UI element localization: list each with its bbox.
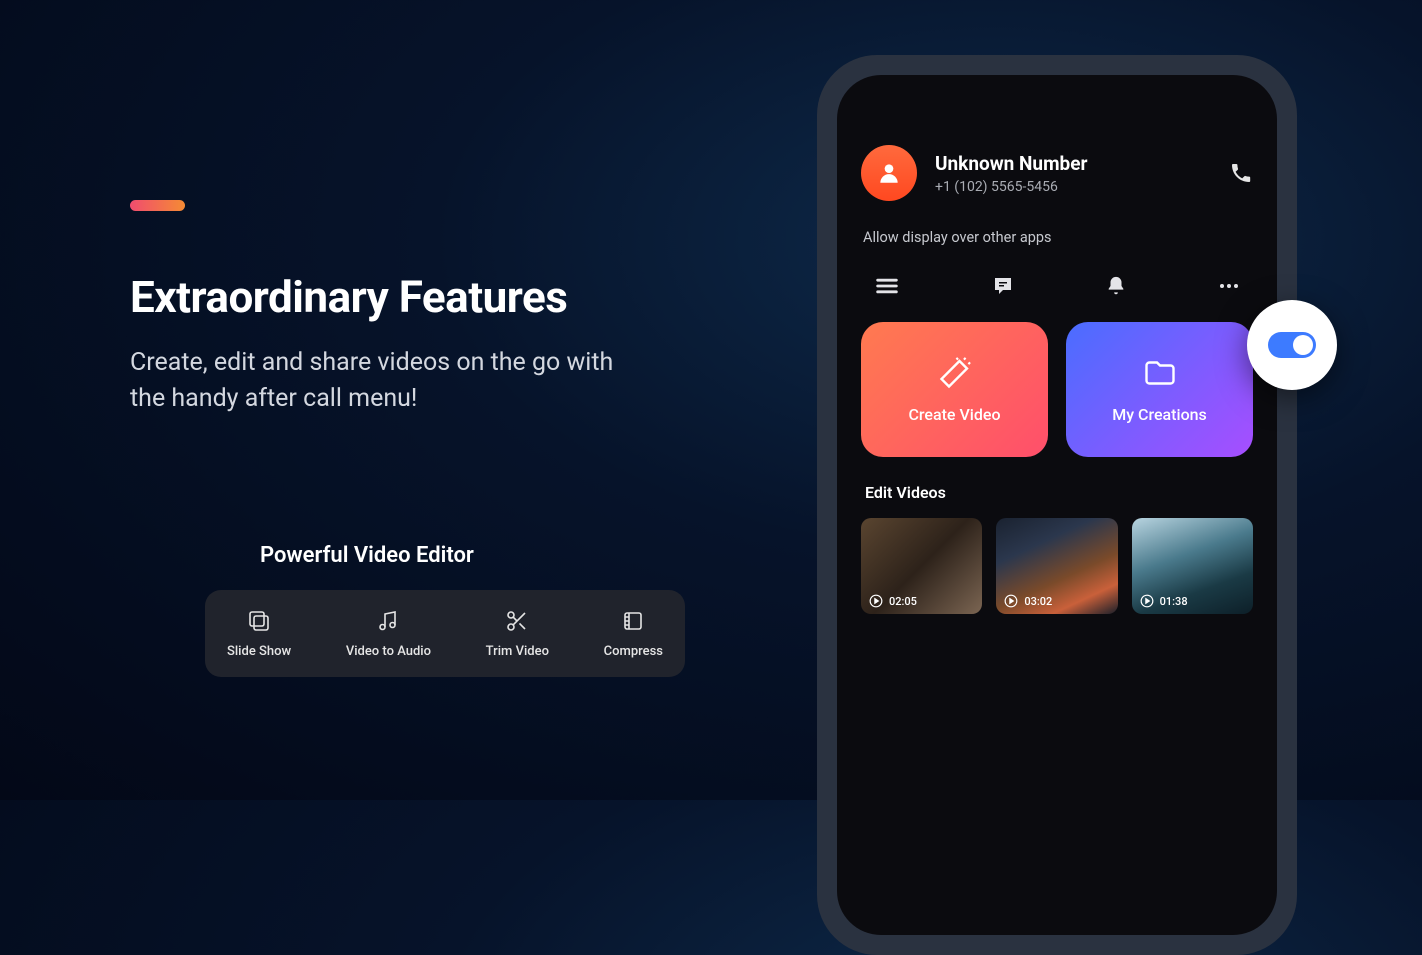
tool-video-to-audio[interactable]: Video to Audio (346, 608, 431, 659)
notifications-button[interactable] (1105, 275, 1127, 297)
menu-button[interactable] (873, 272, 901, 300)
headline: Extraordinary Features (130, 271, 720, 323)
call-button[interactable] (1229, 161, 1253, 185)
tool-trim-video[interactable]: Trim Video (486, 608, 549, 659)
play-circle-icon (1140, 594, 1154, 608)
scissors-icon (504, 608, 530, 634)
video-duration: 01:38 (1160, 595, 1188, 608)
compress-icon (620, 608, 646, 634)
caller-name: Unknown Number (935, 152, 1211, 175)
video-duration: 02:05 (889, 595, 917, 608)
bell-icon (1105, 275, 1127, 297)
message-icon (991, 274, 1015, 298)
more-button[interactable] (1217, 274, 1241, 298)
slideshow-icon (246, 608, 272, 634)
message-button[interactable] (991, 274, 1015, 298)
phone-frame: Unknown Number +1 (102) 5565-5456 Allow … (817, 55, 1297, 955)
card-label: Create Video (908, 405, 1000, 424)
wand-icon (937, 355, 973, 391)
allow-display-text: Allow display over other apps (861, 229, 1253, 246)
video-duration: 03:02 (1024, 595, 1052, 608)
editor-toolbar: Slide Show Video to Audio Trim Video (205, 590, 685, 677)
phone-screen: Unknown Number +1 (102) 5565-5456 Allow … (837, 75, 1277, 935)
my-creations-card[interactable]: My Creations (1066, 322, 1253, 457)
accent-bar (130, 200, 185, 211)
person-icon (876, 160, 902, 186)
video-thumb[interactable]: 01:38 (1132, 518, 1253, 614)
card-label: My Creations (1112, 405, 1207, 424)
video-row: 02:05 03:02 01:38 (861, 518, 1253, 614)
music-note-icon (375, 608, 401, 634)
phone-icon (1229, 161, 1253, 185)
hamburger-icon (873, 272, 901, 300)
tool-label: Trim Video (486, 644, 549, 659)
overlay-toggle[interactable] (1247, 300, 1337, 390)
create-video-card[interactable]: Create Video (861, 322, 1048, 457)
caller-row: Unknown Number +1 (102) 5565-5456 (861, 145, 1253, 201)
video-thumb[interactable]: 03:02 (996, 518, 1117, 614)
tool-label: Slide Show (227, 644, 291, 659)
editor-label: Powerful Video Editor (260, 543, 720, 568)
more-horizontal-icon (1217, 274, 1241, 298)
tool-compress[interactable]: Compress (604, 608, 663, 659)
tool-label: Compress (604, 644, 663, 659)
tool-slideshow[interactable]: Slide Show (227, 608, 291, 659)
play-circle-icon (869, 594, 883, 608)
edit-videos-label: Edit Videos (861, 483, 1253, 502)
caller-number: +1 (102) 5565-5456 (935, 179, 1211, 195)
folder-icon (1142, 355, 1178, 391)
subcopy: Create, edit and share videos on the go … (130, 345, 650, 418)
avatar (861, 145, 917, 201)
video-thumb[interactable]: 02:05 (861, 518, 982, 614)
nav-row (861, 262, 1253, 322)
play-circle-icon (1004, 594, 1018, 608)
tool-label: Video to Audio (346, 644, 431, 659)
toggle-knob (1293, 335, 1313, 355)
toggle-track (1268, 332, 1316, 358)
